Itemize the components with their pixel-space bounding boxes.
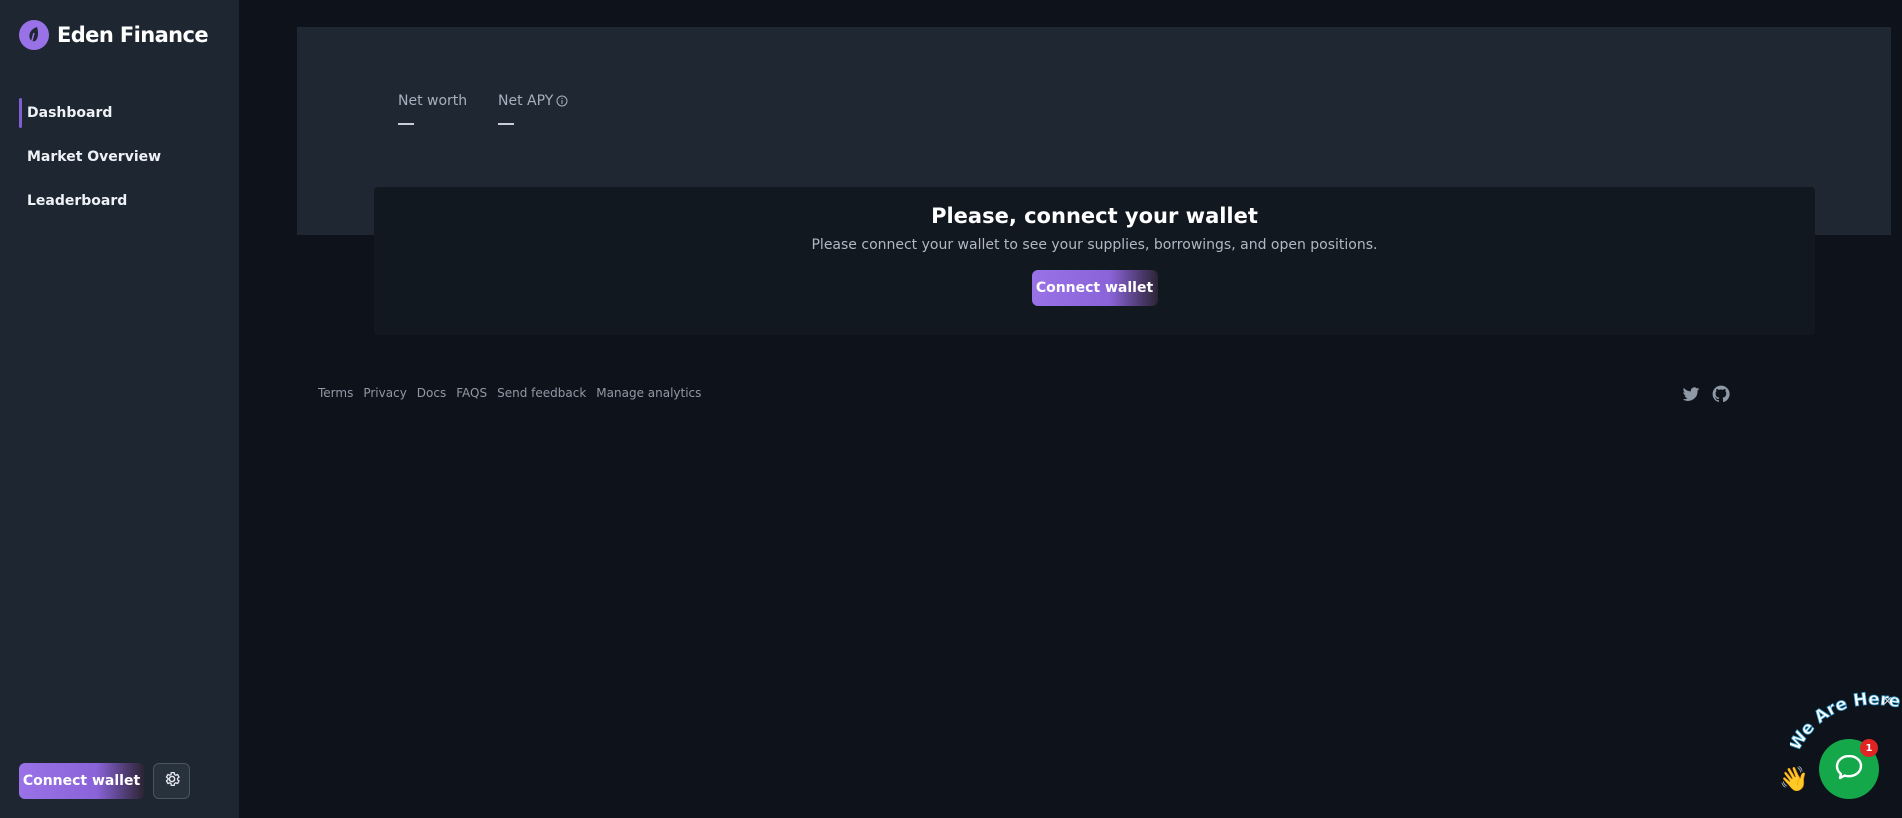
- waving-hand-icon: 👋: [1779, 765, 1809, 793]
- footer-links: Terms Privacy Docs FAQS Send feedback Ma…: [318, 386, 701, 400]
- net-worth-stat: Net worth: [398, 93, 467, 125]
- connect-wallet-button[interactable]: Connect wallet: [1031, 270, 1158, 306]
- sidebar-item-label: Dashboard: [27, 105, 113, 121]
- settings-button[interactable]: [153, 763, 190, 799]
- sidebar-item-dashboard[interactable]: Dashboard: [0, 98, 239, 128]
- twitter-icon[interactable]: [1681, 384, 1701, 404]
- net-apy-label-row: Net APY: [498, 93, 568, 109]
- leaf-logo-icon: [19, 20, 49, 50]
- footer-link-docs[interactable]: Docs: [417, 386, 446, 400]
- net-worth-label: Net worth: [398, 93, 468, 109]
- sidebar-item-market-overview[interactable]: Market Overview: [0, 142, 239, 172]
- brand[interactable]: Eden Finance: [19, 20, 209, 50]
- chat-notification-badge: 1: [1860, 739, 1878, 757]
- connect-card-title: Please, connect your wallet: [931, 204, 1258, 228]
- brand-name: Eden Finance: [57, 23, 209, 47]
- footer-link-privacy[interactable]: Privacy: [363, 386, 406, 400]
- gear-icon: [163, 770, 181, 792]
- connect-card-description: Please connect your wallet to see your s…: [811, 237, 1378, 253]
- info-icon[interactable]: [556, 95, 568, 107]
- sidebar-nav: Dashboard Market Overview Leaderboard: [0, 98, 239, 230]
- net-worth-value-placeholder: [398, 123, 414, 125]
- footer-link-send-feedback[interactable]: Send feedback: [497, 386, 586, 400]
- sidebar-item-label: Market Overview: [27, 149, 162, 165]
- footer-link-faqs[interactable]: FAQS: [456, 386, 487, 400]
- net-apy-label: Net APY: [498, 93, 554, 109]
- chat-bubble-icon: [1833, 751, 1865, 787]
- footer-link-terms[interactable]: Terms: [318, 386, 353, 400]
- github-icon[interactable]: [1711, 384, 1731, 404]
- sidebar: Eden Finance Dashboard Market Overview L…: [0, 0, 239, 818]
- net-apy-stat: Net APY: [498, 93, 568, 125]
- connect-wallet-card: Please, connect your wallet Please conne…: [374, 187, 1815, 335]
- net-apy-value-placeholder: [498, 123, 514, 125]
- sidebar-item-leaderboard[interactable]: Leaderboard: [0, 186, 239, 216]
- footer-link-manage-analytics[interactable]: Manage analytics: [596, 386, 701, 400]
- chat-close-button[interactable]: ×: [1882, 694, 1893, 709]
- sidebar-item-label: Leaderboard: [27, 193, 128, 209]
- sidebar-connect-wallet-button[interactable]: Connect wallet: [19, 763, 144, 799]
